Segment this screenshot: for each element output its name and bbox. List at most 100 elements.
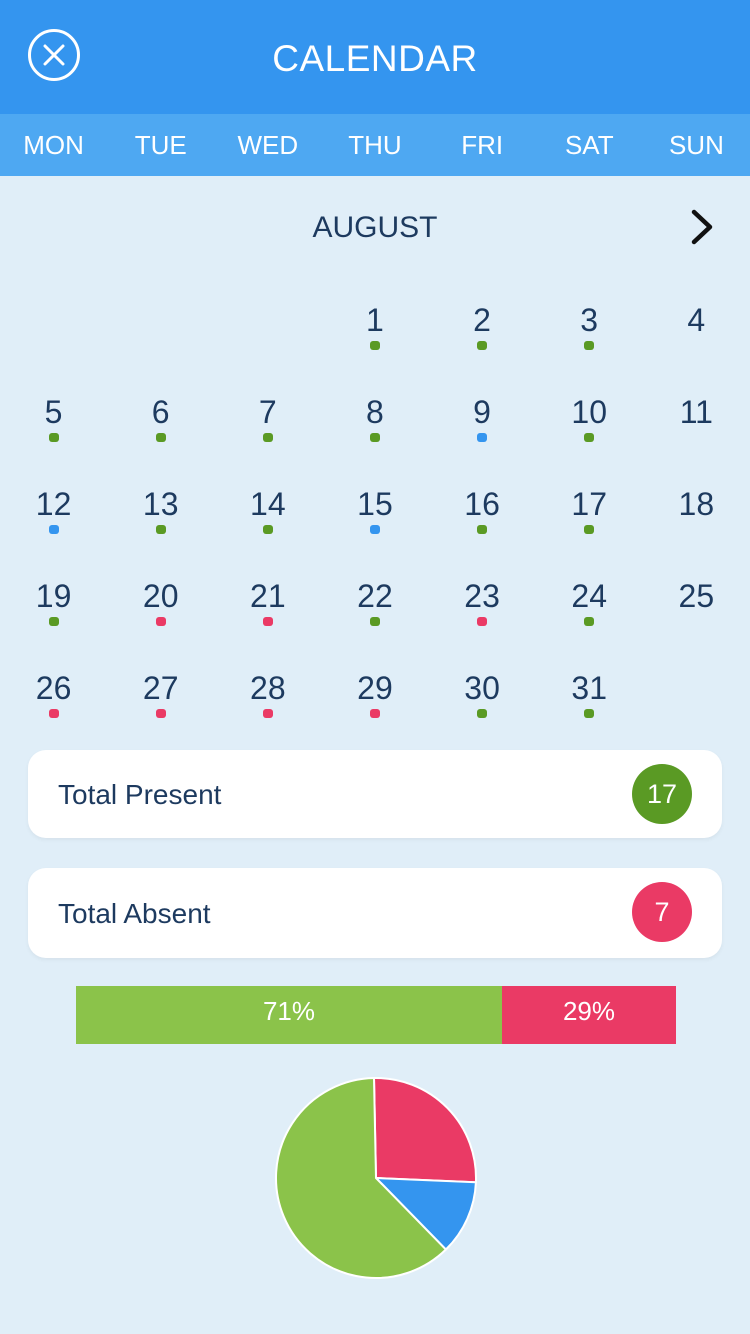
weekday-wed: WED (237, 130, 299, 160)
day-cell-28[interactable]: 28 (214, 664, 321, 756)
day-cell-5[interactable]: 5 (0, 388, 107, 480)
day-number: 17 (571, 486, 607, 522)
day-cell-22[interactable]: 22 (321, 572, 428, 664)
day-number: 13 (142, 486, 179, 522)
present-status-dot (48, 433, 59, 442)
weekday-bar: MON TUE WED THU FRI SAT SUN (0, 114, 750, 176)
day-cell-2[interactable]: 2 (429, 296, 536, 388)
day-cell-8[interactable]: 8 (321, 388, 428, 480)
day-number: 19 (35, 578, 72, 614)
app-header: CALENDAR (0, 0, 750, 114)
day-cell-12[interactable]: 12 (0, 480, 107, 572)
day-cell-24[interactable]: 24 (536, 572, 643, 664)
absent-status-dot (48, 709, 59, 718)
weekday-thu: THU (348, 130, 402, 160)
day-cell-19[interactable]: 19 (0, 572, 107, 664)
day-cell-4[interactable]: 4 (643, 296, 750, 388)
absent-status-dot (369, 709, 380, 718)
day-number: 11 (679, 394, 713, 430)
day-number: 30 (464, 670, 500, 706)
day-cell-3[interactable]: 3 (536, 296, 643, 388)
attendance-bar: 71% 29% (76, 986, 676, 1044)
day-number: 29 (357, 670, 393, 706)
day-number: 16 (464, 486, 500, 522)
chevron-right-icon (691, 209, 713, 245)
day-cell-10[interactable]: 10 (536, 388, 643, 480)
day-number: 20 (142, 578, 179, 614)
present-status-dot (584, 709, 595, 718)
day-cell-14[interactable]: 14 (214, 480, 321, 572)
weekday-sat: SAT (564, 130, 614, 160)
present-status-dot (477, 525, 488, 534)
day-cell-21[interactable]: 21 (214, 572, 321, 664)
absent-status-dot (262, 709, 273, 718)
day-cell-25[interactable]: 25 (643, 572, 750, 664)
holiday-status-dot (477, 433, 488, 442)
day-cell-30[interactable]: 30 (429, 664, 536, 756)
day-cell-7[interactable]: 7 (214, 388, 321, 480)
day-number: 6 (151, 394, 170, 430)
day-number: 26 (35, 670, 72, 706)
absent-status-dot (477, 617, 488, 626)
present-status-dot (584, 617, 595, 626)
day-number: 27 (142, 670, 179, 706)
day-cell-16[interactable]: 16 (429, 480, 536, 572)
day-number: 12 (35, 486, 72, 522)
attendance-pie-chart (275, 1076, 477, 1279)
day-cell-27[interactable]: 27 (107, 664, 214, 756)
next-month-button[interactable] (684, 205, 724, 249)
day-number: 22 (357, 578, 393, 614)
weekday-mon: MON (23, 130, 84, 160)
month-title: AUGUST (312, 211, 438, 244)
day-number: 7 (258, 394, 277, 430)
day-number: 24 (571, 578, 607, 614)
day-number: 14 (250, 486, 286, 522)
present-status-dot (262, 433, 273, 442)
day-cell-18[interactable]: 18 (643, 480, 750, 572)
total-absent-label: Total Absent (58, 898, 211, 929)
present-status-dot (369, 433, 380, 442)
day-cell-20[interactable]: 20 (107, 572, 214, 664)
empty-day-cell (214, 296, 321, 388)
day-cell-13[interactable]: 13 (107, 480, 214, 572)
day-cell-9[interactable]: 9 (429, 388, 536, 480)
calendar-grid: 1 2 3 4 5 6 7 8 9 10 11 12 13 14 15 16 17 18 19 20 21 22 23 24 2… (0, 296, 750, 756)
day-cell-31[interactable]: 31 (536, 664, 643, 756)
absent-status-dot (155, 709, 166, 718)
present-status-dot (584, 433, 595, 442)
absent-percent-segment: 29% (502, 986, 676, 1044)
day-cell-29[interactable]: 29 (321, 664, 428, 756)
day-cell-1[interactable]: 1 (321, 296, 428, 388)
empty-day-cell (0, 296, 107, 388)
present-status-dot (369, 617, 380, 626)
day-number: 23 (464, 578, 500, 614)
holiday-status-dot (369, 525, 380, 534)
present-status-dot (48, 617, 59, 626)
present-status-dot (584, 525, 595, 534)
total-present-label: Total Present (58, 779, 222, 810)
empty-day-cell (107, 296, 214, 388)
pie-slice-absent (372, 1077, 477, 1184)
day-number: 18 (678, 486, 715, 522)
day-number: 25 (678, 578, 715, 614)
absent-count-badge: 7 (632, 882, 692, 942)
day-number: 9 (473, 394, 491, 430)
page-title: CALENDAR (272, 38, 478, 79)
day-cell-6[interactable]: 6 (107, 388, 214, 480)
day-number: 15 (357, 486, 393, 522)
day-cell-15[interactable]: 15 (321, 480, 428, 572)
holiday-status-dot (48, 525, 59, 534)
day-number: 10 (571, 394, 607, 430)
day-number: 1 (366, 302, 384, 338)
day-cell-17[interactable]: 17 (536, 480, 643, 572)
day-cell-26[interactable]: 26 (0, 664, 107, 756)
day-number: 4 (687, 302, 706, 338)
present-status-dot (262, 525, 273, 534)
present-status-dot (584, 341, 595, 350)
day-cell-23[interactable]: 23 (429, 572, 536, 664)
present-count-badge: 17 (632, 764, 692, 824)
day-number: 31 (571, 670, 607, 706)
present-status-dot (155, 525, 166, 534)
day-cell-11[interactable]: 11 (643, 388, 750, 480)
total-absent-card: Total Absent 7 (28, 868, 722, 958)
